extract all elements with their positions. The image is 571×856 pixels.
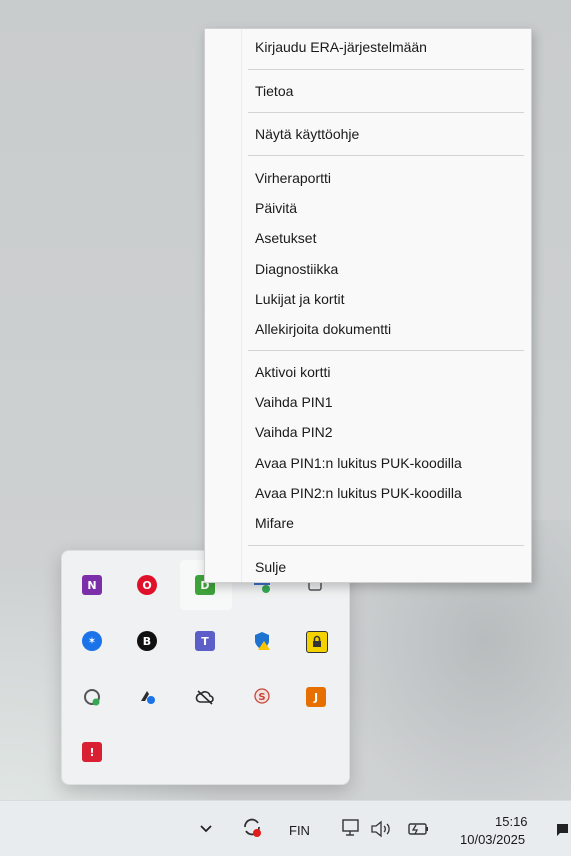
menu-item-update[interactable]: Päivitä: [255, 196, 297, 220]
tray-overflow-flyout: N O D ✶ B T S J !: [61, 550, 350, 785]
sync-icon[interactable]: [82, 687, 102, 707]
menu-icon-gutter: [205, 29, 242, 582]
menu-item-close[interactable]: Sulje: [255, 555, 286, 579]
battery-icon[interactable]: [407, 820, 431, 838]
menu-item-login-era[interactable]: Kirjaudu ERA-järjestelmään: [255, 35, 427, 59]
clock-time[interactable]: 15:16: [495, 814, 528, 829]
security-warning-icon[interactable]: [252, 631, 272, 651]
taskbar: FIN 15:16 10/03/2025: [0, 800, 571, 856]
chevron-down-icon[interactable]: [196, 819, 216, 839]
menu-item-readers-cards[interactable]: Lukijat ja kortit: [255, 287, 344, 311]
java-icon[interactable]: J: [306, 687, 326, 707]
alert-app-icon[interactable]: !: [82, 742, 102, 762]
menu-item-change-pin2[interactable]: Vaihda PIN2: [255, 420, 333, 444]
menu-item-user-guide[interactable]: Näytä käyttöohje: [255, 122, 359, 146]
teams-icon[interactable]: T: [195, 631, 215, 651]
menu-separator: [248, 155, 524, 156]
menu-item-change-pin1[interactable]: Vaihda PIN1: [255, 390, 333, 414]
cloud-off-icon[interactable]: [195, 687, 215, 707]
menu-item-mifare[interactable]: Mifare: [255, 511, 294, 535]
sync-status-icon[interactable]: [240, 815, 264, 839]
language-indicator[interactable]: FIN: [289, 823, 310, 838]
certificate-icon[interactable]: S: [252, 687, 272, 707]
menu-item-unlock-pin2[interactable]: Avaa PIN2:n lukitus PUK-koodilla: [255, 481, 462, 505]
volume-icon[interactable]: [369, 819, 393, 839]
monitor-icon[interactable]: [341, 818, 363, 838]
context-menu: Kirjaudu ERA-järjestelmään Tietoa Näytä …: [204, 28, 532, 583]
opera-icon[interactable]: O: [137, 575, 157, 595]
b-app-icon[interactable]: B: [137, 631, 157, 651]
notification-icon[interactable]: [554, 821, 571, 839]
menu-item-unlock-pin1[interactable]: Avaa PIN1:n lukitus PUK-koodilla: [255, 451, 462, 475]
menu-separator: [248, 350, 524, 351]
app-update-icon[interactable]: [137, 687, 157, 707]
menu-separator: [248, 69, 524, 70]
menu-separator: [248, 545, 524, 546]
menu-item-error-report[interactable]: Virheraportti: [255, 166, 331, 190]
menu-item-activate-card[interactable]: Aktivoi kortti: [255, 360, 330, 384]
clock-date[interactable]: 10/03/2025: [460, 832, 525, 847]
menu-item-diagnostics[interactable]: Diagnostiikka: [255, 257, 338, 281]
svg-text:S: S: [258, 692, 265, 703]
bluetooth-icon[interactable]: ✶: [82, 631, 102, 651]
menu-item-settings[interactable]: Asetukset: [255, 226, 316, 250]
menu-item-sign-document[interactable]: Allekirjoita dokumentti: [255, 317, 391, 341]
lock-icon[interactable]: [306, 631, 328, 653]
onenote-icon[interactable]: N: [82, 575, 102, 595]
menu-item-about[interactable]: Tietoa: [255, 79, 293, 103]
menu-separator: [248, 112, 524, 113]
